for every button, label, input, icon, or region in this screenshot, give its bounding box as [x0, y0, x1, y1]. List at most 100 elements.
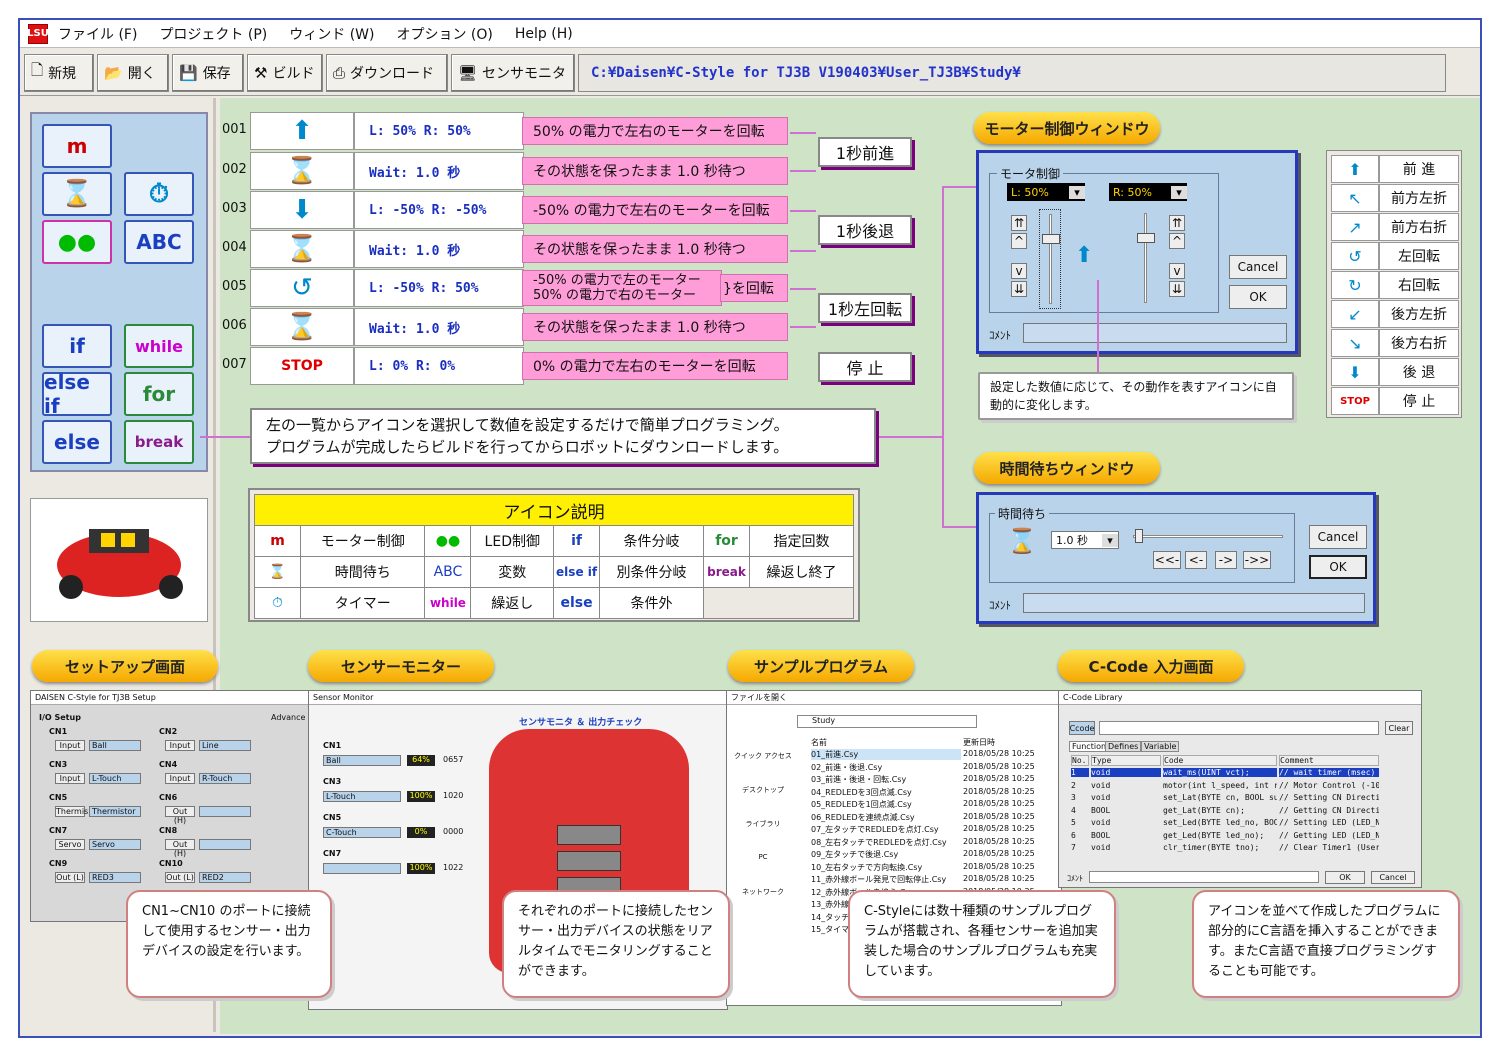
save-button[interactable]: 💾 保存 — [172, 53, 244, 92]
open-button[interactable]: 📂 開く — [97, 53, 169, 92]
port-mode-select[interactable]: Out (L) — [55, 872, 85, 883]
port-device-field[interactable]: RED3 — [89, 872, 141, 883]
menu-window[interactable]: ウィンド (W) — [289, 24, 374, 44]
break-icon[interactable]: break — [124, 420, 194, 464]
file-item[interactable]: 01_前進.Csy — [811, 749, 961, 760]
cancel-button[interactable]: Cancel — [1371, 871, 1415, 884]
port-mode-select[interactable]: Thermis — [55, 806, 88, 817]
nav-item[interactable]: デスクトップ — [733, 785, 793, 795]
ok-button[interactable]: OK — [1309, 555, 1367, 579]
file-item[interactable]: 11_赤外線ボール発見で回転停止.Csy — [811, 874, 961, 885]
cmd-row[interactable]: ⬆ 前 進 — [1331, 155, 1459, 183]
for-icon[interactable]: for — [124, 372, 194, 416]
file-item[interactable]: 05_REDLEDを1回点滅.Csy — [811, 799, 961, 810]
program-row[interactable]: 003 ⬇ L: -50% R: -50% -50% の電力で左右のモーターを回転 — [222, 191, 792, 229]
sensor-monitor-button[interactable]: 🖥 センサモニタ — [451, 53, 575, 92]
port-mode-select[interactable]: Servo — [55, 839, 85, 850]
left-speed-slider[interactable] — [1039, 209, 1061, 309]
port-mode-select[interactable]: Out (H) — [165, 806, 195, 825]
nav-item[interactable]: クイック アクセス — [733, 751, 793, 761]
left-down-fast-button[interactable]: ⇊ — [1011, 281, 1027, 297]
wait-time-slider[interactable] — [1133, 527, 1283, 543]
port-device-field[interactable]: Thermistor — [89, 806, 141, 817]
led-icon[interactable]: ●● — [42, 220, 112, 264]
comment-input[interactable] — [1023, 323, 1287, 343]
port-device-field[interactable] — [199, 806, 251, 817]
port-mode-select[interactable]: Out (H) — [165, 839, 195, 858]
port-device-field[interactable] — [199, 839, 251, 850]
step-back-fast-button[interactable]: <<- — [1153, 551, 1181, 569]
tab-variable[interactable]: Variable — [1141, 741, 1180, 752]
if-icon[interactable]: if — [42, 324, 112, 368]
port-mode-select[interactable]: Input — [165, 773, 195, 784]
program-row[interactable]: 001 ⬆ L: 50% R: 50% 50% の電力で左右のモーターを回転 — [222, 112, 792, 150]
left-speed-select[interactable]: L: 50% ▾ — [1007, 183, 1085, 201]
menu-file[interactable]: ファイル (F) — [58, 24, 137, 44]
file-item[interactable]: 06_REDLEDを連続点滅.Csy — [811, 812, 961, 823]
file-item[interactable]: 10_左右タッチで方向転換.Csy — [811, 862, 961, 873]
ok-button[interactable]: OK — [1229, 285, 1287, 309]
file-item[interactable]: 02_前進・後退.Csy — [811, 762, 961, 773]
cmd-row[interactable]: ↘ 後方右折 — [1331, 329, 1459, 357]
file-item[interactable]: 07_左タッチでREDLEDを点灯.Csy — [811, 824, 961, 835]
timer-icon[interactable]: ⏱ — [124, 172, 194, 216]
file-item[interactable]: 04_REDLEDを3回点滅.Csy — [811, 787, 961, 798]
menu-help[interactable]: Help (H) — [515, 26, 573, 42]
file-item[interactable]: 03_前進・後退・回転.Csy — [811, 774, 961, 785]
folder-select[interactable]: Study — [797, 715, 977, 728]
step-back-button[interactable]: <- — [1185, 551, 1207, 569]
cmd-row[interactable]: ↻ 右回転 — [1331, 271, 1459, 299]
ok-button[interactable]: OK — [1325, 871, 1365, 884]
nav-item[interactable]: ライブラリ — [733, 819, 793, 829]
cmd-row[interactable]: ↙ 後方左折 — [1331, 300, 1459, 328]
right-down-button[interactable]: v — [1169, 263, 1185, 279]
cmd-row[interactable]: ↖ 前方左折 — [1331, 184, 1459, 212]
nav-item[interactable]: PC — [733, 853, 793, 861]
ccode-button[interactable]: Ccode — [1069, 721, 1095, 735]
menu-option[interactable]: オプション (O) — [396, 24, 492, 44]
step-forward-button[interactable]: -> — [1215, 551, 1237, 569]
download-button[interactable]: ⎙ ダウンロード — [326, 53, 448, 92]
port-device-field[interactable]: R-Touch — [199, 773, 251, 784]
file-item[interactable]: 09_左タッチで後退.Csy — [811, 849, 961, 860]
menu-project[interactable]: プロジェクト (P) — [159, 24, 267, 44]
cmd-row[interactable]: ⬇ 後 退 — [1331, 358, 1459, 386]
program-row[interactable]: 004 ⌛ Wait: 1.0 秒その状態を保ったまま 1.0 秒待つ — [222, 230, 792, 268]
while-icon[interactable]: while — [124, 324, 194, 368]
port-device-field[interactable]: Line — [199, 740, 251, 751]
right-speed-select[interactable]: R: 50% ▾ — [1109, 183, 1187, 201]
right-up-button[interactable]: ^ — [1169, 233, 1185, 249]
tab-defines[interactable]: Defines — [1105, 741, 1142, 752]
right-speed-slider[interactable] — [1135, 209, 1157, 309]
else-if-icon[interactable]: else if — [42, 370, 112, 418]
port-device-field[interactable]: L-Touch — [89, 773, 141, 784]
left-up-fast-button[interactable]: ⇈ — [1011, 215, 1027, 231]
abc-icon[interactable]: ABC — [124, 220, 194, 264]
wait-time-select[interactable]: 1.0 秒 ▾ — [1051, 531, 1119, 549]
cancel-button[interactable]: Cancel — [1309, 525, 1367, 549]
build-button[interactable]: ⚒ ビルド — [247, 53, 323, 92]
port-mode-select[interactable]: Input — [55, 773, 85, 784]
program-row[interactable]: 007 STOP L: 0% R: 0% 0% の電力で左右のモーターを回転 — [222, 347, 792, 385]
table-cell[interactable]: wait_ms(UINT vct); — [1163, 768, 1277, 777]
ccode-input[interactable] — [1099, 721, 1379, 735]
file-item[interactable]: 08_左右タッチでREDLEDを点灯.Csy — [811, 837, 961, 848]
right-up-fast-button[interactable]: ⇈ — [1169, 215, 1185, 231]
program-row[interactable]: 005 ↺ L: -50% R: 50% -50% の電力で左のモーター 50% の電… — [222, 269, 792, 307]
clear-button[interactable]: Clear — [1385, 721, 1413, 735]
left-up-button[interactable]: ^ — [1011, 233, 1027, 249]
tab-function[interactable]: Function — [1069, 741, 1110, 752]
port-device-field[interactable]: RED2 — [199, 872, 251, 883]
else-icon[interactable]: else — [42, 420, 112, 464]
step-forward-fast-button[interactable]: ->> — [1243, 551, 1271, 569]
port-device-field[interactable]: Ball — [89, 740, 141, 751]
right-down-fast-button[interactable]: ⇊ — [1169, 281, 1185, 297]
program-row[interactable]: 002 ⌛ Wait: 1.0 秒その状態を保ったまま 1.0 秒待つ — [222, 152, 792, 190]
cmd-row[interactable]: STOP 停 止 — [1331, 387, 1459, 415]
program-row[interactable]: 006 ⌛ Wait: 1.0 秒その状態を保ったまま 1.0 秒待つ — [222, 308, 792, 346]
motor-icon[interactable]: m — [42, 124, 112, 168]
port-mode-select[interactable]: Input — [165, 740, 195, 751]
new-button[interactable]: 🗋 新規 — [24, 53, 94, 92]
left-down-button[interactable]: v — [1011, 263, 1027, 279]
comment-input[interactable] — [1023, 593, 1365, 613]
